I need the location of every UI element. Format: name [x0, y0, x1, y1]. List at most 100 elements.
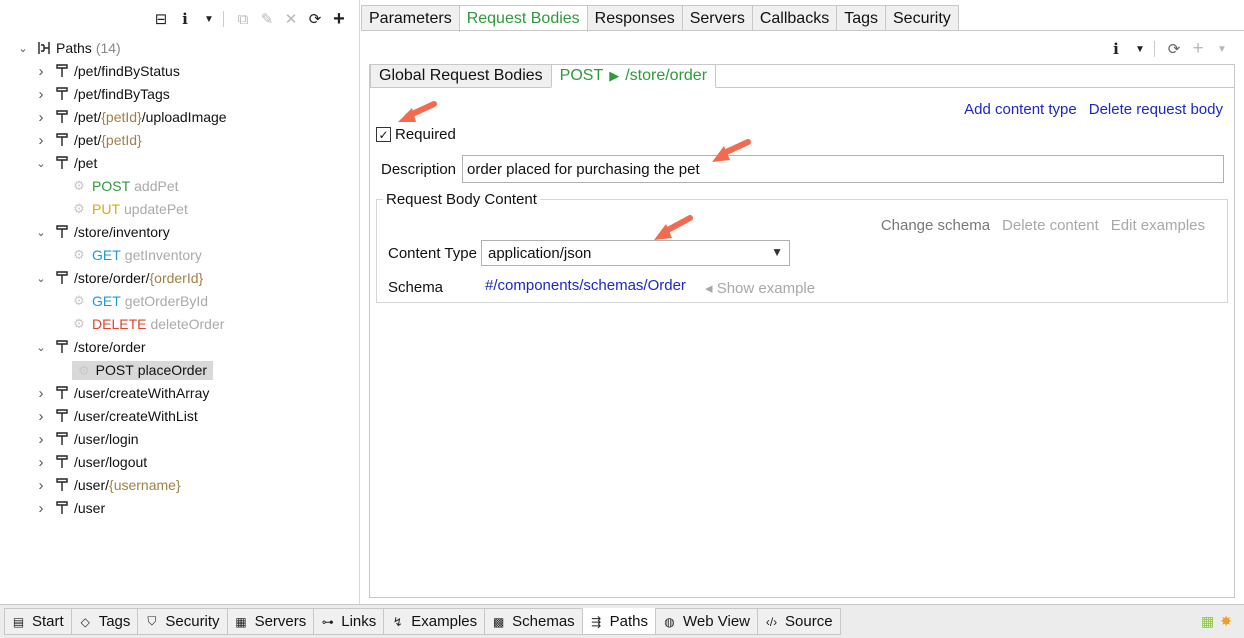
tab-responses[interactable]: Responses — [586, 5, 683, 31]
tree-path-item[interactable]: › /pet/{petId} — [34, 129, 142, 151]
chevron-right-icon[interactable]: › — [34, 63, 48, 80]
tab-callbacks[interactable]: Callbacks — [751, 5, 838, 31]
info-icon[interactable]: i — [1106, 38, 1126, 60]
operation-name: addPet — [134, 178, 179, 194]
checkbox-icon[interactable]: ✓ — [376, 127, 391, 142]
chevron-right-icon[interactable]: › — [34, 132, 48, 149]
chevron-right-icon[interactable]: › — [34, 500, 48, 517]
tree-path-item[interactable]: › /user/logout — [34, 451, 148, 473]
delete-icon[interactable]: ✕ — [281, 8, 301, 30]
bottom-tab-start[interactable]: ▤ Start — [4, 608, 72, 635]
source-icon: ‹/› — [765, 614, 778, 629]
collapse-all-icon[interactable]: ⊟ — [151, 8, 171, 30]
tab-servers[interactable]: Servers — [681, 5, 753, 31]
tree-path-item[interactable]: ⌄ /store/order/{orderId} — [34, 267, 203, 289]
chevron-down-icon[interactable]: ⌄ — [16, 42, 30, 55]
chevron-right-icon[interactable]: › — [34, 431, 48, 448]
chevron-right-icon[interactable]: › — [34, 109, 48, 126]
refresh-icon[interactable]: ⟳ — [1164, 38, 1184, 60]
show-example-toggle[interactable]: ◂ Show example — [705, 279, 815, 297]
tree-path-item[interactable]: › /user/{username} — [34, 474, 181, 496]
paths-icon — [36, 40, 52, 56]
tree-operation-addPet[interactable]: ⚙ POST addPet — [72, 175, 179, 197]
description-input[interactable] — [462, 155, 1224, 183]
bottom-tab-label: Servers — [254, 613, 307, 630]
operation-label: DELETE deleteOrder — [92, 316, 224, 332]
path-segment: /user/login — [74, 431, 139, 447]
tree-path-item[interactable]: › /pet/findByStatus — [34, 60, 180, 82]
bottom-tab-schemas[interactable]: ▩ Schemas — [484, 608, 583, 635]
tree-path-item[interactable]: › /user — [34, 497, 106, 519]
tree-root-paths[interactable]: ⌄ Paths (14) — [16, 37, 121, 59]
tree-operation-getOrderById[interactable]: ⚙ GET getOrderById — [72, 290, 208, 312]
bottom-tab-source[interactable]: ‹/› Source — [757, 608, 841, 635]
dropdown-icon[interactable]: ▼ — [1212, 38, 1232, 60]
tab-parameters[interactable]: Parameters — [361, 5, 460, 31]
tree-operation-getInventory[interactable]: ⚙ GET getInventory — [72, 244, 202, 266]
add-content-type-link[interactable]: Add content type — [964, 101, 1077, 118]
tags-icon: ◇ — [80, 614, 90, 629]
chevron-down-icon[interactable]: ⌄ — [34, 341, 48, 354]
tree-operation-placeOrder[interactable]: ⚙ POST placeOrder — [72, 359, 214, 381]
dropdown-icon[interactable]: ▼ — [199, 8, 219, 30]
tree-path-item[interactable]: › /pet/{petId}/uploadImage — [34, 106, 227, 128]
content-type-select[interactable]: application/json ▼ — [481, 240, 790, 266]
copy-icon[interactable]: ⧉ — [233, 8, 253, 30]
tree-operation-updatePet[interactable]: ⚙ PUT updatePet — [72, 198, 188, 220]
bottom-tab-tags[interactable]: ◇ Tags — [70, 608, 139, 635]
tab-security[interactable]: Security — [885, 5, 959, 31]
tree-path-item[interactable]: ⌄ /store/order — [34, 336, 145, 358]
bottom-tab-examples[interactable]: ↯ Examples — [383, 608, 486, 635]
schema-ref-link[interactable]: #/components/schemas/Order — [485, 277, 686, 294]
operation-name: getInventory — [124, 247, 202, 263]
bottom-tab-security[interactable]: ⛉ Security — [137, 608, 228, 635]
add-icon[interactable]: + — [1188, 38, 1208, 60]
chevron-down-icon[interactable]: ⌄ — [34, 272, 48, 285]
operation-label: PUT updatePet — [92, 201, 188, 217]
path-icon — [54, 500, 70, 516]
chevron-right-icon[interactable]: › — [34, 454, 48, 471]
tree-path-item[interactable]: › /pet/findByTags — [34, 83, 170, 105]
delete-content-link[interactable]: Delete content — [1002, 217, 1099, 234]
chevron-right-icon[interactable]: › — [34, 408, 48, 425]
toolbar-divider — [223, 11, 229, 27]
chevron-down-icon[interactable]: ⌄ — [34, 226, 48, 239]
dropdown-icon[interactable]: ▼ — [1130, 38, 1150, 60]
chevron-right-icon[interactable]: › — [34, 86, 48, 103]
path-segment: /pet/ — [74, 132, 102, 148]
tree-path-item[interactable]: ⌄ /pet — [34, 152, 97, 174]
change-schema-link[interactable]: Change schema — [881, 217, 990, 234]
chevron-down-icon[interactable]: ⌄ — [34, 157, 48, 170]
tree-path-item[interactable]: ⌄ /store/inventory — [34, 221, 169, 243]
grid-icon[interactable]: ▦ — [1201, 613, 1214, 630]
delete-request-body-link[interactable]: Delete request body — [1089, 101, 1223, 118]
bottom-tab-servers[interactable]: ▦ Servers — [226, 608, 315, 635]
path-segment: /user — [74, 500, 106, 516]
chevron-right-icon[interactable]: › — [34, 477, 48, 494]
tab-request-bodies[interactable]: Request Bodies — [458, 5, 588, 32]
bottom-tab-links[interactable]: ⊶ Links — [313, 608, 385, 635]
refresh-icon[interactable]: ⟳ — [305, 8, 325, 30]
servers-icon: ▦ — [235, 614, 247, 629]
tree-operation-deleteOrder[interactable]: ⚙ DELETE deleteOrder — [72, 313, 224, 335]
path-parameter: {username} — [109, 477, 181, 493]
tree-path-item[interactable]: › /user/createWithList — [34, 405, 198, 427]
bottom-tab-paths[interactable]: ⇶ Paths — [581, 608, 657, 635]
chevron-right-icon[interactable]: › — [34, 385, 48, 402]
edit-examples-link[interactable]: Edit examples — [1111, 217, 1205, 234]
bottom-tab-web-view[interactable]: ◍ Web View — [655, 608, 759, 635]
edit-icon[interactable]: ✎ — [257, 8, 277, 30]
chevron-down-icon: ▼ — [771, 245, 783, 259]
tab-tags[interactable]: Tags — [836, 5, 886, 31]
links-icon: ⊶ — [321, 614, 334, 629]
tree-path-item[interactable]: › /user/createWithArray — [34, 382, 210, 404]
tree-path-item[interactable]: › /user/login — [34, 428, 139, 450]
tabs-divider — [361, 30, 1244, 31]
tab-post-store-order[interactable]: POST ▶ /store/order — [550, 64, 717, 88]
settings-icon[interactable]: ✸ — [1220, 613, 1232, 630]
path-segment: /pet/findByTags — [74, 86, 170, 102]
tab-global-request-bodies[interactable]: Global Request Bodies — [370, 64, 552, 88]
info-icon[interactable]: i — [175, 8, 195, 30]
add-icon[interactable]: + — [329, 8, 349, 30]
tree-root-count: (14) — [95, 40, 121, 56]
